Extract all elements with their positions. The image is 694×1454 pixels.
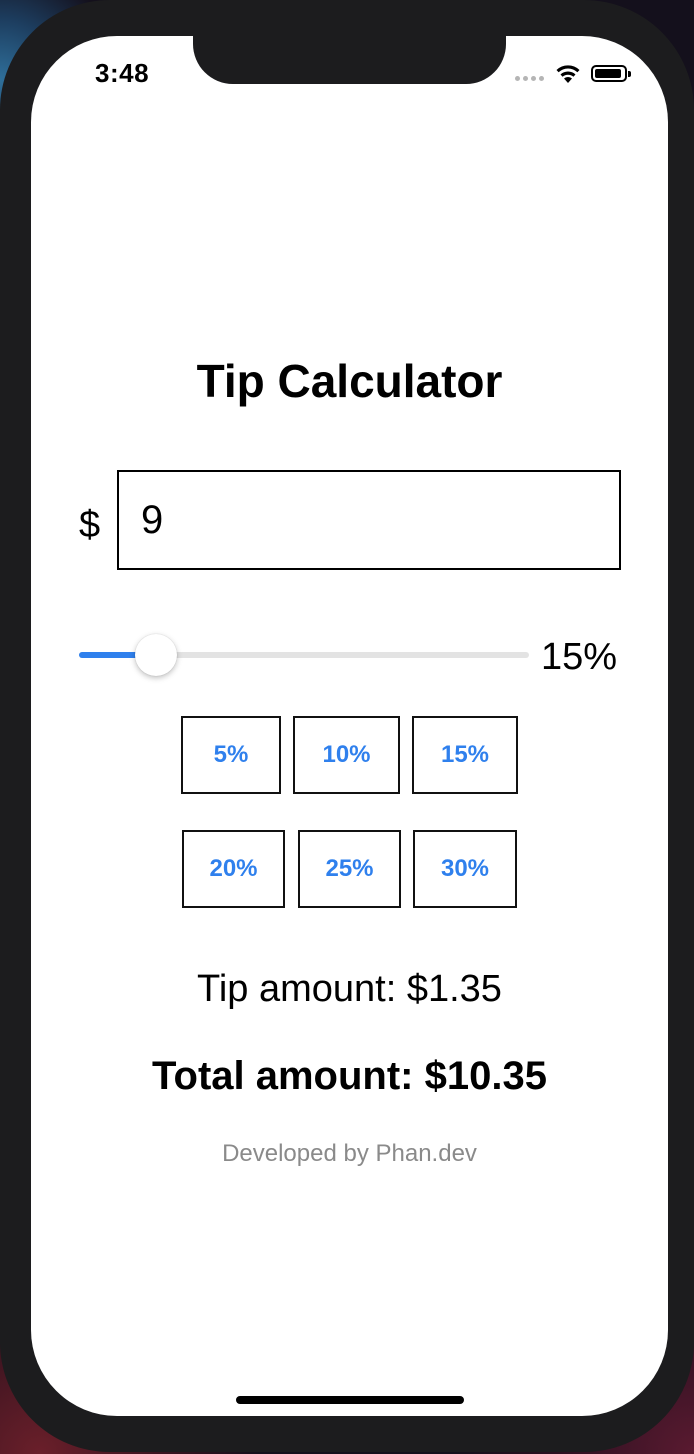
status-time: 3:48 bbox=[95, 58, 150, 88]
tip-percent-label: 15% bbox=[541, 636, 618, 678]
preset-button-30[interactable]: 30% bbox=[413, 830, 517, 908]
bill-amount-input[interactable] bbox=[117, 470, 621, 570]
tip-percent-slider[interactable] bbox=[79, 634, 529, 678]
developer-credit: Developed by Phan.dev bbox=[222, 1140, 477, 1167]
status-icons bbox=[515, 62, 635, 86]
phone-frame: 3:48 Tip Calculator $ 15% 5% 10% 15% 20% bbox=[0, 0, 694, 1452]
slider-thumb[interactable] bbox=[135, 634, 177, 676]
app-screen: 3:48 Tip Calculator $ 15% 5% 10% 15% 20% bbox=[31, 36, 668, 1416]
signal-icon bbox=[515, 76, 544, 81]
preset-button-10[interactable]: 10% bbox=[293, 716, 400, 794]
preset-button-5[interactable]: 5% bbox=[181, 716, 281, 794]
notch bbox=[193, 36, 506, 84]
currency-symbol: $ bbox=[79, 504, 101, 546]
wifi-icon bbox=[556, 65, 580, 83]
battery-icon bbox=[591, 65, 631, 82]
tip-amount-text: Tip amount: $1.35 bbox=[197, 968, 502, 1010]
preset-button-20[interactable]: 20% bbox=[182, 830, 285, 908]
page-title: Tip Calculator bbox=[196, 355, 503, 407]
total-amount-text: Total amount: $10.35 bbox=[152, 1054, 547, 1098]
preset-button-25[interactable]: 25% bbox=[298, 830, 401, 908]
home-indicator[interactable] bbox=[236, 1396, 464, 1404]
preset-button-15[interactable]: 15% bbox=[412, 716, 518, 794]
